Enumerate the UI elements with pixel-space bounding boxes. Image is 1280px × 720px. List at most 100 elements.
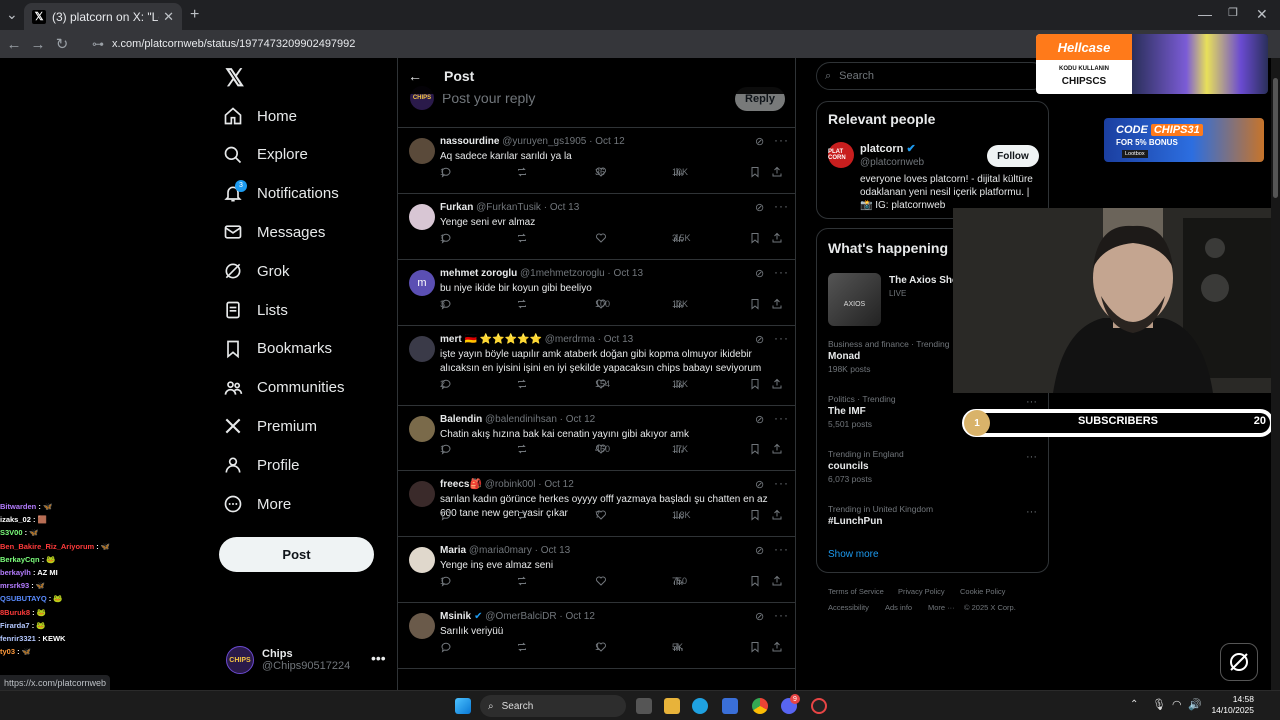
tweet-avatar[interactable] bbox=[409, 138, 435, 164]
follow-button[interactable]: Follow bbox=[987, 145, 1039, 167]
tweet-author-name[interactable]: mert 🇩🇪 ⭐⭐⭐⭐⭐ bbox=[440, 334, 542, 345]
tab-close-icon[interactable]: ✕ bbox=[163, 9, 174, 25]
tweet-date[interactable]: Oct 13 bbox=[604, 334, 633, 345]
grok-analyze-icon[interactable]: ⊘ bbox=[755, 135, 764, 148]
app-icon[interactable] bbox=[811, 698, 827, 714]
tray-chevron-icon[interactable]: ⌃ bbox=[1130, 699, 1138, 710]
nav-item-more[interactable]: More bbox=[219, 484, 291, 524]
back-arrow-icon[interactable]: ← bbox=[408, 68, 428, 84]
tweet-handle[interactable]: @yuruyen_gs1905 bbox=[502, 136, 586, 147]
footer-link[interactable]: Accessibility bbox=[828, 603, 869, 612]
post-button[interactable]: Post bbox=[219, 537, 374, 572]
grok-analyze-icon[interactable]: ⊘ bbox=[755, 267, 764, 280]
trend-more-icon[interactable]: ··· bbox=[1026, 451, 1037, 463]
featured-title[interactable]: The Axios She bbox=[889, 275, 958, 286]
scrollbar-thumb[interactable] bbox=[1273, 78, 1278, 198]
tab-search-icon[interactable]: ⌄ bbox=[6, 6, 18, 23]
x-logo-icon[interactable]: 𝕏 bbox=[225, 64, 244, 93]
tweet[interactable]: mert 🇩🇪 ⭐⭐⭐⭐⭐ @merdrma · Oct 13 ⊘ ··· işte … bbox=[398, 326, 795, 406]
nav-item-messages[interactable]: Messages bbox=[219, 212, 325, 252]
more-options-icon[interactable]: ··· bbox=[774, 331, 789, 345]
grok-button[interactable] bbox=[1220, 643, 1258, 681]
url-bar[interactable]: ⊶ x.com/platcornweb/status/1977473209902… bbox=[84, 33, 984, 55]
show-more-link[interactable]: Show more bbox=[828, 549, 879, 560]
task-view-icon[interactable] bbox=[636, 698, 652, 714]
more-dots-icon[interactable]: ••• bbox=[371, 650, 386, 666]
tweet-handle[interactable]: @balendinihsan bbox=[485, 414, 557, 425]
tweet-avatar[interactable] bbox=[409, 204, 435, 230]
chrome-icon[interactable] bbox=[752, 698, 768, 714]
account-switcher[interactable]: CHIPS Chips @Chips90517224 ••• bbox=[226, 640, 386, 680]
grok-analyze-icon[interactable]: ⊘ bbox=[755, 333, 764, 346]
tweet-date[interactable]: Oct 12 bbox=[544, 479, 573, 490]
footer-link[interactable]: Ads info bbox=[885, 603, 912, 612]
tweet[interactable]: Balendin @balendinihsan · Oct 12 ⊘ ··· Chat… bbox=[398, 406, 795, 471]
tweet-date[interactable]: Oct 12 bbox=[565, 611, 594, 622]
tweet[interactable]: nassourdine @yuruyen_gs1905 · Oct 12 ⊘ ···… bbox=[398, 128, 795, 194]
nav-item-bookmarks[interactable]: Bookmarks bbox=[219, 329, 332, 369]
grok-analyze-icon[interactable]: ⊘ bbox=[755, 413, 764, 426]
search-input[interactable]: ⌕ Search bbox=[816, 62, 1046, 90]
tweet-date[interactable]: Oct 12 bbox=[595, 136, 624, 147]
tweet-date[interactable]: Oct 13 bbox=[550, 202, 579, 213]
trend-more-icon[interactable]: ··· bbox=[1026, 396, 1037, 408]
tweet-handle[interactable]: @1mehmetzoroglu bbox=[520, 268, 605, 279]
tweet-author-name[interactable]: Msinik bbox=[440, 611, 471, 622]
tweet-author-name[interactable]: nassourdine bbox=[440, 136, 499, 147]
tweet[interactable]: Maria @maria0mary · Oct 13 ⊘ ··· Yenge inş … bbox=[398, 537, 795, 603]
tweet[interactable]: Msinik ✔ @OmerBalciDR · Oct 12 ⊘ ··· Sarılık… bbox=[398, 603, 795, 669]
taskbar-clock[interactable]: 14:58 14/10/2025 bbox=[1208, 694, 1254, 716]
tweet-author-name[interactable]: freecs🎒 bbox=[440, 479, 482, 490]
tweet-author-name[interactable]: Balendin bbox=[440, 414, 482, 425]
more-options-icon[interactable]: ··· bbox=[774, 133, 789, 147]
tweet-handle[interactable]: @robink00l bbox=[485, 479, 536, 490]
more-options-icon[interactable]: ··· bbox=[774, 411, 789, 425]
forward-icon[interactable]: → bbox=[26, 36, 50, 53]
trend-item[interactable]: Trending in United Kingdom #LunchPun bbox=[828, 504, 933, 527]
tweet-handle[interactable]: @merdrma bbox=[545, 334, 595, 345]
more-options-icon[interactable]: ··· bbox=[774, 542, 789, 556]
mic-icon[interactable]: 🎙 bbox=[1152, 698, 1166, 711]
trend-thumbnail[interactable]: AXIOS bbox=[828, 273, 881, 326]
tweet-handle[interactable]: @maria0mary bbox=[469, 545, 532, 556]
tweet-avatar[interactable] bbox=[409, 613, 435, 639]
start-icon[interactable] bbox=[455, 698, 471, 714]
relevant-name-row[interactable]: platcorn ✔ bbox=[860, 142, 916, 155]
grok-analyze-icon[interactable]: ⊘ bbox=[755, 544, 764, 557]
edge-icon[interactable] bbox=[692, 698, 708, 714]
footer-link[interactable]: Privacy Policy bbox=[898, 587, 945, 596]
tweet-avatar[interactable] bbox=[409, 547, 435, 573]
nav-item-lists[interactable]: Lists bbox=[219, 290, 288, 330]
minimize-icon[interactable]: — bbox=[1198, 6, 1212, 22]
tweet-avatar[interactable] bbox=[409, 416, 435, 442]
more-options-icon[interactable]: ··· bbox=[774, 265, 789, 279]
tweet-avatar[interactable] bbox=[409, 481, 435, 507]
taskbar-search[interactable]: ⌕ Search bbox=[480, 695, 626, 717]
more-options-icon[interactable]: ··· bbox=[774, 199, 789, 213]
store-icon[interactable] bbox=[722, 698, 738, 714]
platcorn-avatar[interactable]: PLAT CORN bbox=[828, 142, 854, 168]
tweet-handle[interactable]: @OmerBalciDR bbox=[485, 611, 556, 622]
nav-item-explore[interactable]: Explore bbox=[219, 135, 308, 175]
nav-item-premium[interactable]: Premium bbox=[219, 406, 317, 446]
more-options-icon[interactable]: ··· bbox=[774, 608, 789, 622]
tweet-author-name[interactable]: Maria bbox=[440, 545, 466, 556]
footer-link[interactable]: Terms of Service bbox=[828, 587, 884, 596]
tweet-avatar[interactable]: m bbox=[409, 270, 435, 296]
file-explorer-icon[interactable] bbox=[664, 698, 680, 714]
tweet-date[interactable]: Oct 12 bbox=[566, 414, 595, 425]
grok-analyze-icon[interactable]: ⊘ bbox=[755, 478, 764, 491]
tweet-author-name[interactable]: mehmet zoroglu bbox=[440, 268, 517, 279]
nav-item-home[interactable]: Home bbox=[219, 96, 297, 136]
browser-tab[interactable]: 𝕏 (3) platcorn on X: "Londra sokak ✕ bbox=[24, 3, 182, 30]
tweet-date[interactable]: Oct 13 bbox=[614, 268, 643, 279]
tweet[interactable]: m mehmet zoroglu @1mehmetzoroglu · Oct 13… bbox=[398, 260, 795, 326]
tweet[interactable]: Furkan @FurkanTusik · Oct 13 ⊘ ··· Yenge se… bbox=[398, 194, 795, 260]
trend-more-icon[interactable]: ··· bbox=[1026, 506, 1037, 518]
tweet[interactable]: freecs🎒 @robink00l · Oct 12 ⊘ ··· sarılan k… bbox=[398, 471, 795, 537]
trend-item[interactable]: Trending in England councils 6,073 posts bbox=[828, 449, 904, 484]
grok-analyze-icon[interactable]: ⊘ bbox=[755, 610, 764, 623]
page-scrollbar[interactable] bbox=[1271, 58, 1280, 690]
site-info-icon[interactable]: ⊶ bbox=[92, 37, 104, 51]
tweet-date[interactable]: Oct 13 bbox=[541, 545, 570, 556]
